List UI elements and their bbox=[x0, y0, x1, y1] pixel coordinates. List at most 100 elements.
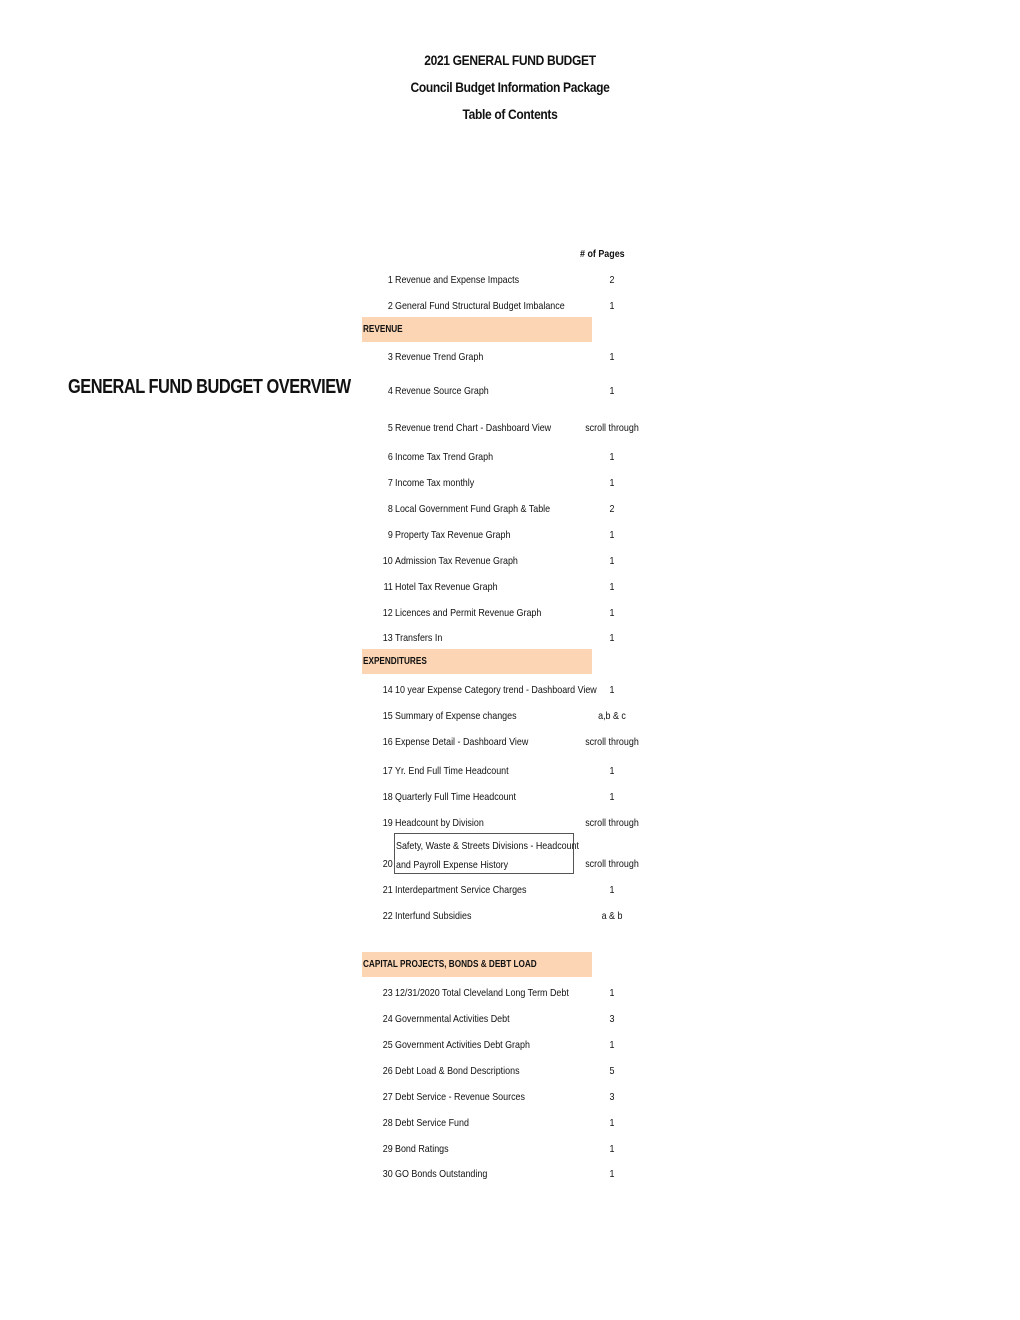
item-label: Debt Service Fund bbox=[395, 1117, 469, 1129]
item-label: Local Government Fund Graph & Table bbox=[395, 503, 551, 515]
toc-row: 1 Revenue and Expense Impacts 2 bbox=[0, 274, 1020, 290]
toc-row: 24 Governmental Activities Debt 3 bbox=[0, 1013, 1020, 1029]
item-number: 22 bbox=[383, 910, 393, 922]
toc-row: 6 Income Tax Trend Graph 1 bbox=[0, 451, 1020, 467]
item-label: Revenue trend Chart - Dashboard View bbox=[395, 422, 552, 434]
toc-row: 19 Headcount by Division scroll through bbox=[0, 817, 1020, 833]
toc-row: 8 Local Government Fund Graph & Table 2 bbox=[0, 503, 1020, 519]
item-number: 23 bbox=[383, 987, 393, 999]
document-title: 2021 GENERAL FUND BUDGET bbox=[424, 52, 596, 68]
section-label: EXPENDITURES bbox=[363, 656, 427, 667]
item-number: 29 bbox=[383, 1143, 393, 1155]
item-pages: 1 bbox=[609, 791, 615, 803]
item-label: Admission Tax Revenue Graph bbox=[395, 555, 518, 567]
item-number: 20 bbox=[383, 858, 393, 870]
item-label: 12/31/2020 Total Cleveland Long Term Deb… bbox=[395, 987, 569, 999]
item-number: 7 bbox=[388, 477, 393, 489]
toc-row: 5 Revenue trend Chart - Dashboard View scr… bbox=[0, 422, 1020, 438]
toc-row: 15 Summary of Expense changes a,b & c bbox=[0, 710, 1020, 726]
toc-row: 22 Interfund Subsidies a & b bbox=[0, 910, 1020, 926]
toc-heading: Table of Contents bbox=[462, 106, 558, 122]
item-label-boxed: Safety, Waste & Streets Divisions - Head… bbox=[394, 833, 579, 874]
toc-row: 29 Bond Ratings 1 bbox=[0, 1143, 1020, 1159]
toc-row: 14 10 year Expense Category trend - Dashb… bbox=[0, 684, 1020, 700]
item-label: Quarterly Full Time Headcount bbox=[395, 791, 517, 803]
item-pages: scroll through bbox=[585, 736, 639, 748]
item-number: 18 bbox=[383, 791, 393, 803]
toc-row: 12 Licences and Permit Revenue Graph 1 bbox=[0, 607, 1020, 623]
item-number: 26 bbox=[383, 1065, 393, 1077]
item-pages: 1 bbox=[609, 1168, 615, 1180]
item-pages: 1 bbox=[609, 1117, 615, 1129]
item-number: 10 bbox=[383, 555, 393, 567]
item-pages: 1 bbox=[609, 581, 615, 593]
item-label: Income Tax Trend Graph bbox=[395, 451, 494, 463]
toc-row: 25 Government Activities Debt Graph 1 bbox=[0, 1039, 1020, 1055]
item-pages: 1 bbox=[609, 351, 615, 363]
section-header-expenditures: EXPENDITURES bbox=[362, 649, 592, 674]
toc-row: 13 Transfers In 1 bbox=[0, 632, 1020, 648]
item-pages: 1 bbox=[609, 300, 615, 312]
toc-row: 28 Debt Service Fund 1 bbox=[0, 1117, 1020, 1133]
item-pages: 1 bbox=[609, 765, 615, 777]
item-pages: 2 bbox=[609, 274, 615, 286]
item-pages: 1 bbox=[609, 477, 615, 489]
toc-row: 2 General Fund Structural Budget Imbalanc… bbox=[0, 300, 1020, 316]
item-label: Government Activities Debt Graph bbox=[395, 1039, 530, 1051]
item-label: Expense Detail - Dashboard View bbox=[395, 736, 529, 748]
item-label: Yr. End Full Time Headcount bbox=[395, 765, 509, 777]
toc-row: 10 Admission Tax Revenue Graph 1 bbox=[0, 555, 1020, 571]
item-label: 10 year Expense Category trend - Dashboa… bbox=[395, 684, 597, 696]
item-pages: 2 bbox=[609, 503, 615, 515]
item-number: 8 bbox=[388, 503, 393, 515]
section-label: REVENUE bbox=[363, 324, 403, 335]
toc-row: 3 Revenue Trend Graph 1 bbox=[0, 351, 1020, 367]
section-header-revenue: REVENUE bbox=[362, 317, 592, 342]
item-number: 21 bbox=[383, 884, 393, 896]
item-label: Governmental Activities Debt bbox=[395, 1013, 510, 1025]
item-number: 17 bbox=[383, 765, 393, 777]
item-label: Revenue and Expense Impacts bbox=[395, 274, 520, 286]
item-label: Hotel Tax Revenue Graph bbox=[395, 581, 498, 593]
item-pages: a,b & c bbox=[598, 710, 626, 722]
item-pages: 3 bbox=[609, 1013, 615, 1025]
toc-row: 23 12/31/2020 Total Cleveland Long Term D… bbox=[0, 987, 1020, 1003]
item-number: 25 bbox=[383, 1039, 393, 1051]
item-pages: 1 bbox=[609, 1039, 615, 1051]
item-label: Property Tax Revenue Graph bbox=[395, 529, 511, 541]
item-pages: 5 bbox=[609, 1065, 615, 1077]
toc-row: 11 Hotel Tax Revenue Graph 1 bbox=[0, 581, 1020, 597]
item-label: Bond Ratings bbox=[395, 1143, 449, 1155]
pages-column-header: # of Pages bbox=[580, 248, 625, 260]
toc-row: 27 Debt Service - Revenue Sources 3 bbox=[0, 1091, 1020, 1107]
item-number: 27 bbox=[383, 1091, 393, 1103]
item-pages: 1 bbox=[609, 632, 615, 644]
item-label: Transfers In bbox=[395, 632, 443, 644]
item-number: 4 bbox=[388, 385, 393, 397]
item-pages: scroll through bbox=[585, 817, 639, 829]
section-label: CAPITAL PROJECTS, BONDS & DEBT LOAD bbox=[363, 959, 537, 970]
item-pages: scroll through bbox=[585, 422, 639, 434]
item-pages: 1 bbox=[609, 1143, 615, 1155]
item-label: Debt Load & Bond Descriptions bbox=[395, 1065, 520, 1077]
item-label-line2: and Payroll Expense History bbox=[396, 859, 509, 871]
item-label: General Fund Structural Budget Imbalance bbox=[395, 300, 565, 312]
item-number: 30 bbox=[383, 1168, 393, 1180]
item-pages: 1 bbox=[609, 884, 615, 896]
item-number: 19 bbox=[383, 817, 393, 829]
item-label: Summary of Expense changes bbox=[395, 710, 517, 722]
item-number: 1 bbox=[388, 274, 393, 286]
item-number: 28 bbox=[383, 1117, 393, 1129]
toc-row: 30 GO Bonds Outstanding 1 bbox=[0, 1168, 1020, 1184]
item-pages: 3 bbox=[609, 1091, 615, 1103]
item-pages: 1 bbox=[609, 987, 615, 999]
document-subtitle: Council Budget Information Package bbox=[410, 79, 610, 95]
item-number: 16 bbox=[383, 736, 393, 748]
item-number: 13 bbox=[383, 632, 393, 644]
item-number: 6 bbox=[388, 451, 393, 463]
item-pages: 1 bbox=[609, 451, 615, 463]
item-pages: 1 bbox=[609, 385, 615, 397]
item-pages: 1 bbox=[609, 555, 615, 567]
item-number: 15 bbox=[383, 710, 393, 722]
toc-row: 16 Expense Detail - Dashboard View scroll … bbox=[0, 736, 1020, 752]
